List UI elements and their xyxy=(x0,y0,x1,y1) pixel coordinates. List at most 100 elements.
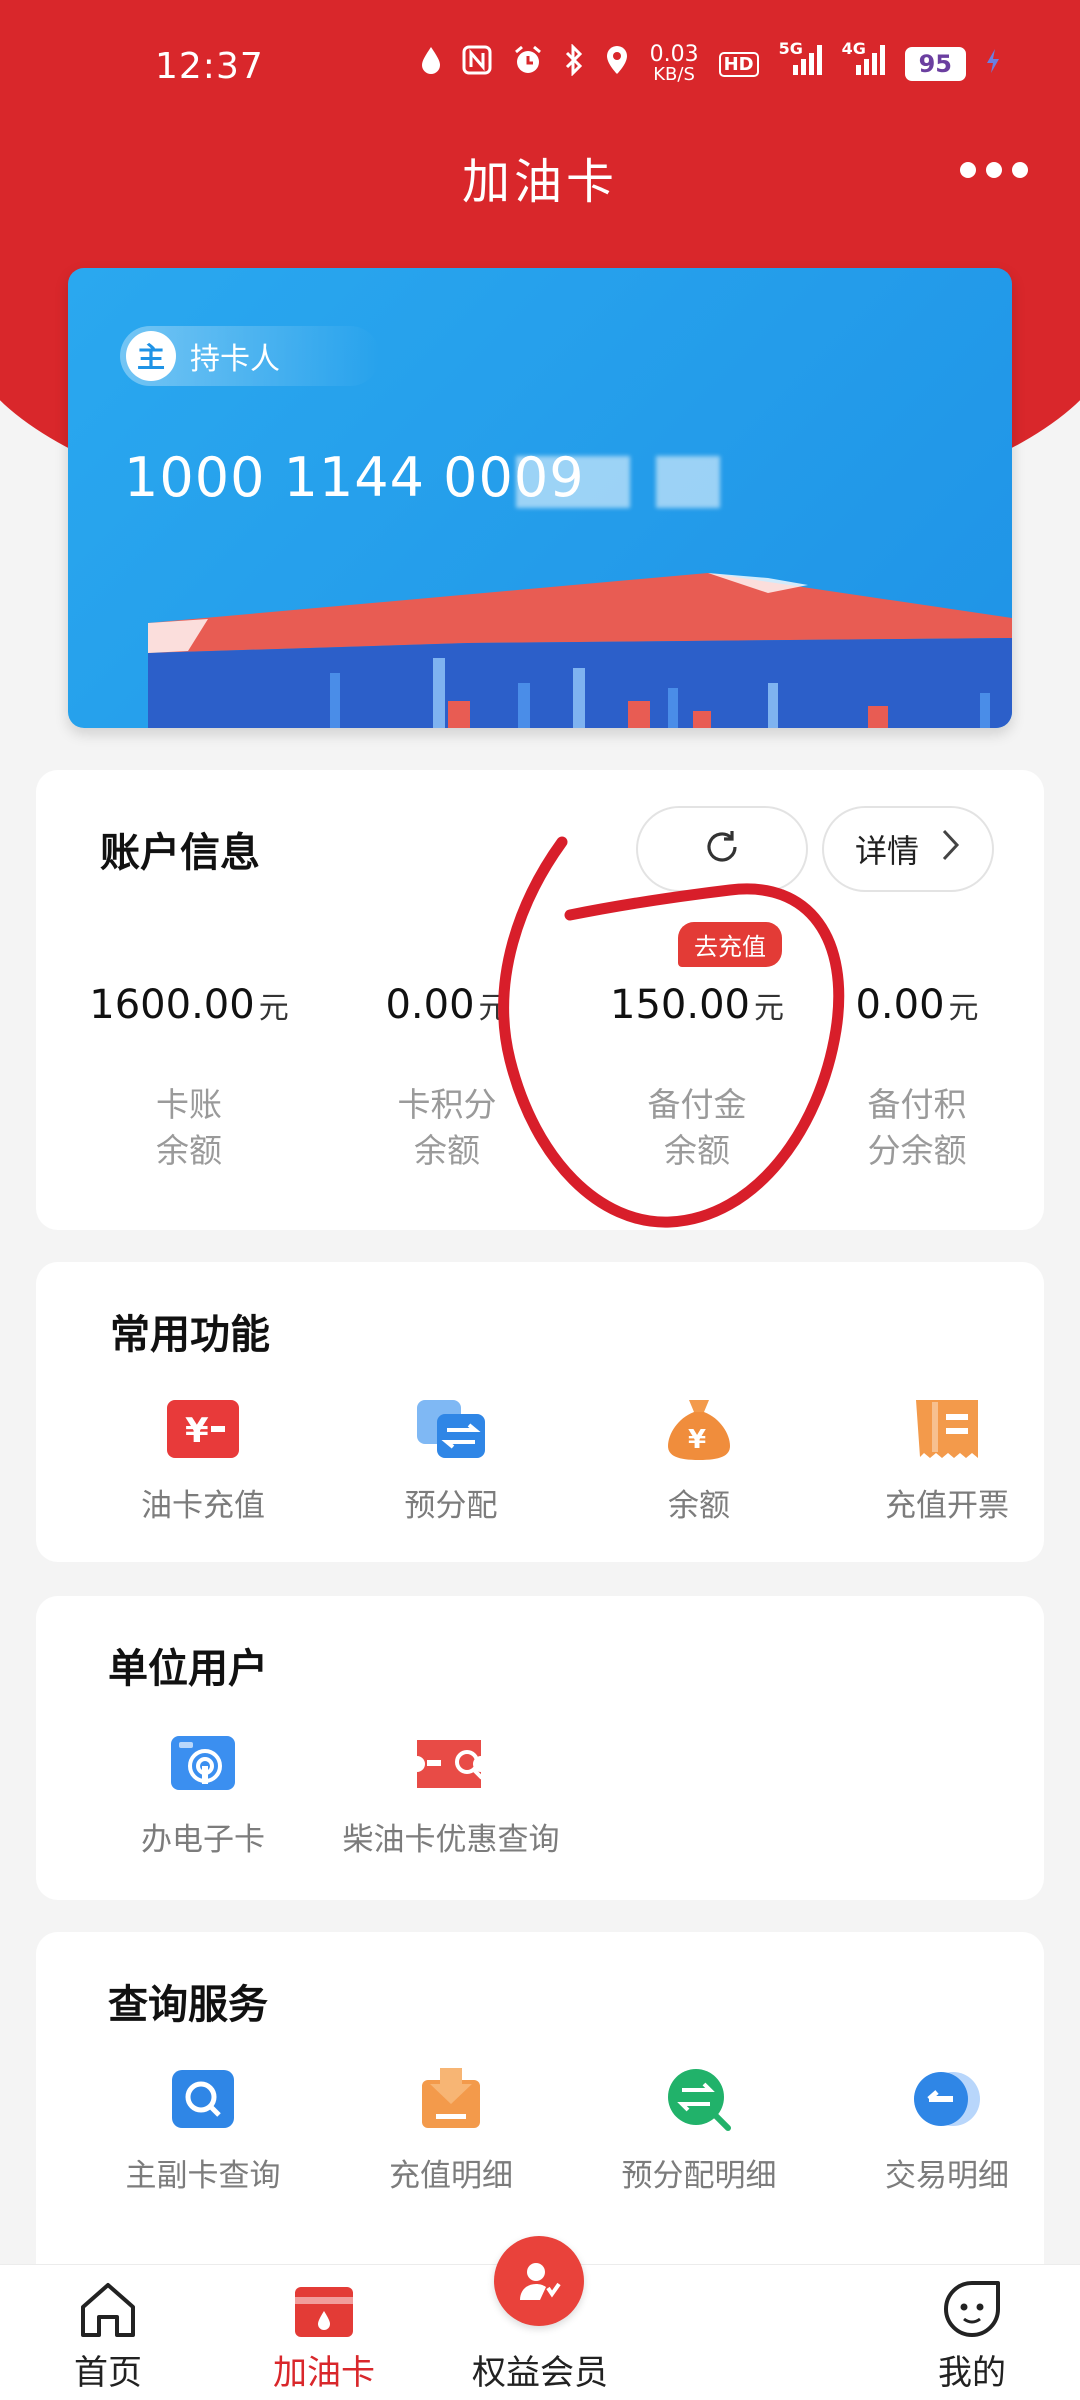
recharge-detail-item[interactable]: 充值明细 xyxy=(326,2068,576,2195)
gas-station-illustration xyxy=(148,573,1012,728)
invoice-icon xyxy=(909,1398,985,1460)
refresh-icon xyxy=(701,826,743,872)
yuan-card-icon: ¥ xyxy=(165,1398,241,1460)
fn-label: 预分配 xyxy=(404,1488,498,1524)
account-info-panel: 账户信息 详情 1600.00 元 卡账 余额 0.00 元 卡积分 余额 150.00… xyxy=(36,770,1044,1230)
more-icon[interactable] xyxy=(960,162,1028,178)
e-card-icon xyxy=(165,1732,241,1794)
title-bar: 加油卡 xyxy=(0,130,1080,220)
stat-label: 备付金 余额 xyxy=(572,1082,822,1174)
reserve-balance-value: 150.00 xyxy=(610,982,750,1028)
transaction-icon xyxy=(909,2068,985,2130)
refresh-button[interactable] xyxy=(636,806,808,892)
fn-label: 充值开票 xyxy=(885,1488,1009,1524)
charging-icon xyxy=(986,47,1000,82)
home-icon xyxy=(8,2265,208,2339)
transaction-detail-item[interactable]: 交易明细 xyxy=(822,2068,1072,2195)
reserve-points-stat[interactable]: 0.00 元 备付积分余额 xyxy=(792,982,1042,1174)
transfer-icon xyxy=(413,1398,489,1460)
bluetooth-icon xyxy=(564,43,584,84)
page-title: 加油卡 xyxy=(461,154,618,210)
fn-label: 交易明细 xyxy=(885,2158,1009,2194)
pre-allocate-item[interactable]: 预分配 xyxy=(326,1398,576,1525)
net-speed-value: 0.03 xyxy=(649,42,699,67)
stat-unit: 元 xyxy=(478,991,509,1026)
stat-label: 备付积 分余额 xyxy=(792,1082,1042,1174)
common-functions-panel: 常用功能 ¥ 油卡充值 预分配 ¥ 余额 充值开票 xyxy=(36,1262,1044,1562)
hd-badge: HD xyxy=(718,51,759,77)
fuel-card[interactable]: 主 持卡人 1000 1144 0009 xyxy=(68,268,1012,728)
diesel-discount-query-item[interactable]: 柴油卡优惠查询 xyxy=(316,1732,586,1859)
chevron-right-icon xyxy=(941,828,961,870)
main-sub-card-query-item[interactable]: 主副卡查询 xyxy=(78,2068,328,2195)
money-bag-icon: ¥ xyxy=(661,1398,737,1460)
query-services-title: 查询服务 xyxy=(108,1982,268,2028)
holder-badge: 主 xyxy=(126,331,176,381)
go-recharge-tag[interactable]: 去充值 xyxy=(678,922,782,967)
fn-label: 主副卡查询 xyxy=(125,2158,281,2194)
stat-label-line: 分余额 xyxy=(867,1131,967,1170)
coupon-search-icon xyxy=(413,1732,489,1794)
stat-label-line: 备付金 xyxy=(647,1085,747,1124)
status-bar: 12:37 0.03 KB/S HD 5G 4G 95 xyxy=(0,0,1080,130)
pre-allocate-detail-item[interactable]: 预分配明细 xyxy=(574,2068,824,2195)
location-icon xyxy=(604,44,630,84)
transfer-search-icon xyxy=(661,2068,737,2131)
status-icons: 0.03 KB/S HD 5G 4G 95 xyxy=(420,39,1000,84)
net-4g-label: 4G xyxy=(841,39,866,58)
stat-unit: 元 xyxy=(258,991,289,1026)
card-points-value: 0.00 xyxy=(385,982,475,1028)
stat-value: 0.00 元 xyxy=(792,982,1042,1028)
stat-value: 0.00 元 xyxy=(322,982,572,1028)
net-speed: 0.03 KB/S xyxy=(650,44,699,84)
stat-label-line: 余额 xyxy=(664,1131,730,1170)
stat-label-line: 余额 xyxy=(414,1131,480,1170)
stat-value: 150.00 元 xyxy=(572,982,822,1028)
wifi-signal-icon: 5G xyxy=(779,39,822,83)
download-box-icon xyxy=(413,2068,489,2130)
nav-fuel-card[interactable]: 加油卡 xyxy=(224,2265,424,2394)
unit-users-title: 单位用户 xyxy=(108,1646,268,1692)
card-balance-value: 1600.00 xyxy=(89,982,255,1028)
fn-label: 办电子卡 xyxy=(141,1822,265,1858)
drop-icon xyxy=(420,45,442,83)
reserve-balance-stat[interactable]: 150.00 元 备付金余额 xyxy=(572,982,822,1174)
fn-label: 柴油卡优惠查询 xyxy=(342,1822,560,1858)
stat-label-line: 卡账 xyxy=(156,1085,222,1124)
card-icon xyxy=(224,2265,424,2339)
net-speed-unit: KB/S xyxy=(653,64,695,85)
stat-value: 1600.00 元 xyxy=(64,982,314,1028)
detail-button[interactable]: 详情 xyxy=(822,806,994,892)
common-functions-title: 常用功能 xyxy=(110,1312,270,1358)
stat-label: 卡账 余额 xyxy=(64,1082,314,1174)
fuel-card-recharge-item[interactable]: ¥ 油卡充值 xyxy=(78,1398,328,1525)
nav-profile[interactable]: 我的 xyxy=(872,2265,1072,2394)
cell-signal-icon: 4G xyxy=(842,39,885,83)
stat-unit: 元 xyxy=(948,991,979,1026)
member-icon[interactable] xyxy=(494,2236,584,2326)
fn-label: 余额 xyxy=(668,1488,730,1524)
nav-label: 我的 xyxy=(938,2353,1006,2393)
stat-label-line: 备付积 xyxy=(867,1085,967,1124)
card-number-mask xyxy=(516,456,630,508)
stat-label-line: 卡积分 xyxy=(397,1085,497,1124)
apply-e-card-item[interactable]: 办电子卡 xyxy=(78,1732,328,1859)
fn-label: 预分配明细 xyxy=(621,2158,777,2194)
svg-text:¥: ¥ xyxy=(185,1411,209,1451)
card-points-stat[interactable]: 0.00 元 卡积分余额 xyxy=(322,982,572,1174)
detail-label: 详情 xyxy=(854,832,919,870)
holder-label: 持卡人 xyxy=(190,342,280,377)
card-balance-stat[interactable]: 1600.00 元 卡账 余额 xyxy=(64,982,314,1174)
reserve-points-value: 0.00 xyxy=(855,982,945,1028)
status-time: 12:37 xyxy=(155,46,264,87)
nav-label: 权益会员 xyxy=(472,2353,608,2393)
nav-label: 首页 xyxy=(74,2353,142,2393)
account-info-title: 账户信息 xyxy=(100,830,260,876)
stat-unit: 元 xyxy=(753,991,784,1026)
nav-home[interactable]: 首页 xyxy=(8,2265,208,2394)
balance-item[interactable]: ¥ 余额 xyxy=(574,1398,824,1525)
battery-level: 95 xyxy=(904,47,966,81)
recharge-invoice-item[interactable]: 充值开票 xyxy=(822,1398,1072,1525)
search-card-icon xyxy=(165,2068,241,2130)
card-holder-pill: 主 持卡人 xyxy=(120,326,380,386)
